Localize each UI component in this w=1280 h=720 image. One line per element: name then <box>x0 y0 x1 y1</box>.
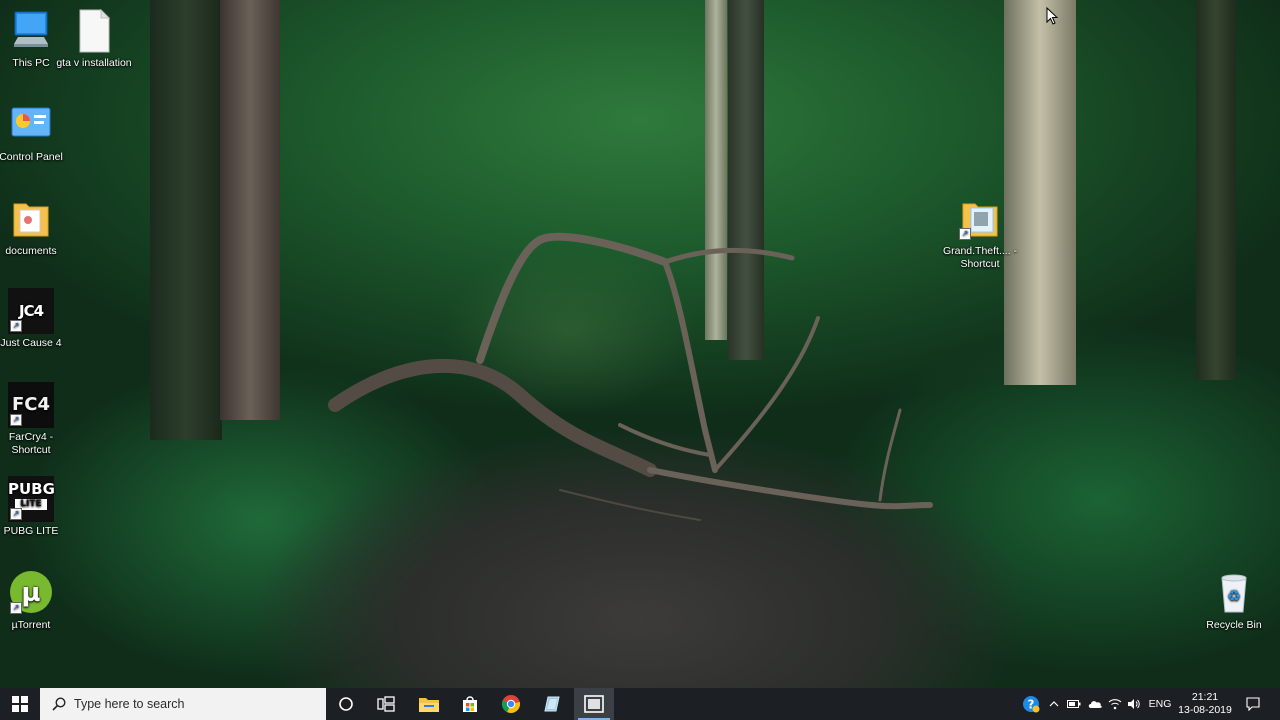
folder-icon <box>8 196 54 242</box>
recycle-bin-icon: ♻ <box>1211 570 1257 616</box>
utorrent-icon: µ ↗ <box>8 570 54 616</box>
control-panel-icon <box>8 102 54 148</box>
just-cause-4-icon: JC4 ↗ <box>8 288 54 334</box>
store-icon <box>463 696 477 712</box>
show-hidden-icons-button[interactable] <box>1046 688 1062 720</box>
cortana-icon <box>339 697 353 711</box>
svg-text:♻: ♻ <box>1227 587 1240 605</box>
screen-recorder-icon <box>584 695 604 713</box>
clock-time: 21:21 <box>1191 691 1219 703</box>
network-tray-button[interactable] <box>1107 688 1123 720</box>
action-center-button[interactable] <box>1240 688 1266 720</box>
desktop-icon-label: FarCry4 - Shortcut <box>8 431 54 456</box>
search-placeholder: Type here to search <box>74 697 185 711</box>
volume-tray-button[interactable] <box>1126 688 1142 720</box>
desktop-icon-pubg-lite[interactable]: PUBG LITE ↗ PUBG LITE <box>0 476 69 538</box>
desktop-icon-label: Control Panel <box>0 151 63 163</box>
battery-tray-button[interactable] <box>1066 688 1082 720</box>
fallen-branch <box>328 232 933 521</box>
taskbar: Type here to search ? ENG 21:21 13-08-20… <box>0 688 1280 720</box>
chevron-up-icon <box>1049 701 1059 707</box>
mouse-cursor-icon <box>1046 7 1058 25</box>
text-file-icon <box>71 8 117 54</box>
desktop-icon-label: PUBG LITE <box>3 525 59 537</box>
desktop-icon-documents[interactable]: documents <box>0 196 69 258</box>
notification-icon <box>1246 697 1260 711</box>
chrome-button[interactable] <box>491 688 531 720</box>
desktop-wallpaper <box>0 0 1280 688</box>
task-view-button[interactable] <box>366 688 406 720</box>
screen-recorder-button[interactable] <box>574 688 614 720</box>
this-pc-icon <box>8 8 54 54</box>
file-explorer-button[interactable] <box>409 688 449 720</box>
taskbar-search-box[interactable]: Type here to search <box>40 688 326 720</box>
help-icon: ? <box>1023 696 1040 713</box>
desktop-icon-recycle-bin[interactable]: ♻ Recycle Bin <box>1196 570 1272 632</box>
chrome-icon <box>501 695 521 713</box>
desktop-icon-utorrent[interactable]: µ ↗ µTorrent <box>0 570 69 632</box>
battery-icon <box>1067 700 1081 708</box>
file-explorer-icon <box>419 698 439 712</box>
pinned-app-button[interactable] <box>532 688 572 720</box>
shortcut-arrow-icon: ↗ <box>10 414 22 426</box>
search-icon <box>52 697 66 711</box>
cloud-icon <box>1088 701 1102 708</box>
shortcut-arrow-icon: ↗ <box>959 228 971 240</box>
shortcut-arrow-icon: ↗ <box>10 508 22 520</box>
svg-text:µ: µ <box>21 578 40 608</box>
desktop-icon-label: Recycle Bin <box>1206 619 1262 631</box>
desktop-icon-label: Grand.Theft.... - Shortcut <box>942 245 1018 270</box>
wifi-icon <box>1108 699 1122 710</box>
clock-date: 13-08-2019 <box>1178 704 1232 716</box>
app-icon <box>544 696 560 712</box>
desktop-icon-gta-shortcut[interactable]: ↗ Grand.Theft.... - Shortcut <box>942 196 1018 271</box>
desktop-icon-label: documents <box>5 245 57 257</box>
desktop-icon-label: gta v installation <box>56 57 132 69</box>
onedrive-tray-button[interactable] <box>1086 688 1104 720</box>
windows-logo-icon <box>12 696 28 712</box>
speaker-icon <box>1128 699 1140 709</box>
desktop-icon-label: Just Cause 4 <box>0 337 62 349</box>
task-view-icon <box>377 696 395 712</box>
desktop-icon-label: µTorrent <box>11 619 51 631</box>
desktop-icon-control-panel[interactable]: Control Panel <box>0 102 69 164</box>
game-logo-text: PUBG <box>8 480 55 498</box>
cortana-button[interactable] <box>326 688 366 720</box>
store-button[interactable] <box>450 688 490 720</box>
language-indicator[interactable]: ENG <box>1146 688 1174 720</box>
desktop-icon-farcry4[interactable]: FC4 ↗ FarCry4 - Shortcut <box>0 382 69 457</box>
farcry4-icon: FC4 ↗ <box>8 382 54 428</box>
start-button[interactable] <box>0 688 40 720</box>
pubg-lite-icon: PUBG LITE ↗ <box>8 476 55 522</box>
desktop-icon-just-cause-4[interactable]: JC4 ↗ Just Cause 4 <box>0 288 69 350</box>
shortcut-arrow-icon: ↗ <box>10 320 22 332</box>
help-tray-button[interactable]: ? <box>1020 688 1042 720</box>
desktop-icon-gta-v-installation[interactable]: gta v installation <box>56 8 132 70</box>
shortcut-arrow-icon: ↗ <box>10 602 22 614</box>
taskbar-clock[interactable]: 21:21 13-08-2019 <box>1176 688 1234 720</box>
folder-shortcut-icon: ↗ <box>957 196 1003 242</box>
